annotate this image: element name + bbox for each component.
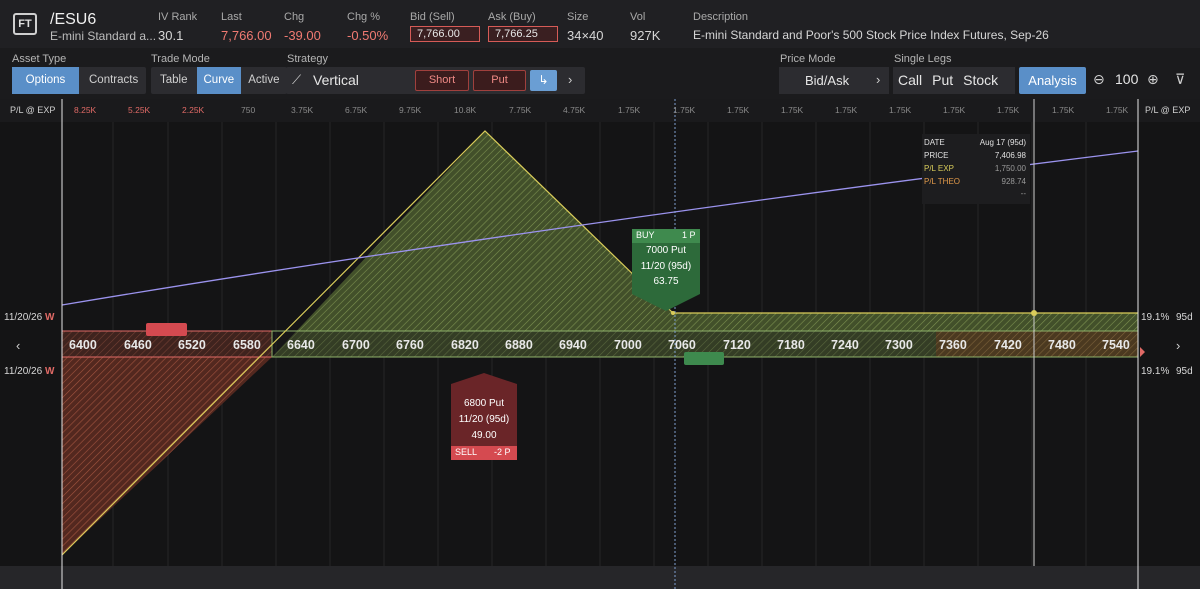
buy-leg-handle[interactable] (684, 352, 724, 365)
expiry-date: 11/20/26 (4, 366, 43, 377)
top-value: 1.75K (889, 105, 912, 115)
expiry-date-top: 11/20/26 W (4, 312, 54, 323)
strike-label[interactable]: 6460 (124, 338, 152, 352)
strike-label[interactable]: 6760 (396, 338, 424, 352)
loss-area (62, 331, 272, 555)
top-value-strip (0, 99, 1200, 122)
left-axis-label: P/L @ EXP (10, 105, 56, 115)
strike-label[interactable]: 7180 (777, 338, 805, 352)
top-value: 1.75K (781, 105, 804, 115)
top-value: 8.25K (74, 105, 97, 115)
strike-label[interactable]: 7300 (885, 338, 913, 352)
buy-leg-price: 63.75 (653, 276, 679, 287)
chevron-right-icon[interactable]: › (1176, 338, 1180, 353)
chevron-left-icon[interactable]: ‹ (16, 338, 20, 353)
sell-leg-price: 49.00 (471, 430, 497, 441)
buy-qty-label: 1 P (682, 230, 696, 240)
breakeven-dot (671, 311, 675, 315)
top-value: 1.75K (1052, 105, 1075, 115)
expiry-date-bottom: 11/20/26 W (4, 366, 54, 377)
right-edge-marker (1140, 347, 1145, 357)
sell-leg-handle[interactable] (146, 323, 187, 336)
top-value: 6.75K (345, 105, 368, 115)
strike-label[interactable]: 7000 (614, 338, 642, 352)
tooltip-plexp-value: 1,750.00 (994, 164, 1026, 173)
strike-label[interactable]: 7240 (831, 338, 859, 352)
price-tooltip: DATE Aug 17 (95d) PRICE 7,406.98 P/L EXP… (922, 134, 1030, 204)
tooltip-price-label: PRICE (924, 151, 949, 160)
buy-leg-title[interactable]: 7000 Put (632, 245, 700, 256)
days-bottom: 95d (1176, 366, 1193, 377)
weekly-marker: W (44, 366, 55, 377)
expiry-date: 11/20/26 (4, 312, 43, 323)
iv-top: 19.1% (1141, 312, 1170, 323)
tooltip-plexp-label: P/L EXP (924, 164, 954, 173)
top-value: 1.75K (618, 105, 641, 115)
tooltip-price-value: 7,406.98 (994, 151, 1026, 160)
strike-label[interactable]: 7540 (1102, 338, 1130, 352)
sell-qty-label: -2 P (494, 447, 511, 457)
top-value: 1.75K (673, 105, 696, 115)
strike-label[interactable]: 6940 (559, 338, 587, 352)
strike-label[interactable]: 7120 (723, 338, 751, 352)
top-value: 1.75K (943, 105, 966, 115)
top-value: 1.75K (835, 105, 858, 115)
strike-label[interactable]: 6400 (69, 338, 97, 352)
top-value: 4.75K (563, 105, 586, 115)
buy-leg-expiry: 11/20 (95d) (640, 261, 692, 272)
bottom-strip (0, 566, 1200, 589)
pl-curve-svg[interactable] (0, 0, 1200, 589)
strike-band (62, 331, 1138, 357)
weekly-marker: W (44, 312, 55, 323)
top-value: 3.75K (291, 105, 314, 115)
top-value: 2.25K (182, 105, 205, 115)
top-value: 5.25K (128, 105, 151, 115)
strike-label[interactable]: 7060 (668, 338, 696, 352)
right-axis-label: P/L @ EXP (1145, 105, 1191, 115)
strike-label[interactable]: 6820 (451, 338, 479, 352)
top-value: 10.8K (454, 105, 477, 115)
sell-leg-title[interactable]: 6800 Put (451, 398, 517, 409)
tooltip-date-label: DATE (924, 138, 945, 147)
days-top: 95d (1176, 312, 1193, 323)
strike-label[interactable]: 6520 (178, 338, 206, 352)
top-value: 1.75K (997, 105, 1020, 115)
strike-label[interactable]: 6640 (287, 338, 315, 352)
tooltip-extra-value: -- (1020, 189, 1026, 198)
strike-label[interactable]: 7360 (939, 338, 967, 352)
top-value: 750 (241, 105, 256, 115)
iv-bottom: 19.1% (1141, 366, 1170, 377)
top-value: 9.75K (399, 105, 422, 115)
strike-label[interactable]: 7480 (1048, 338, 1076, 352)
top-value: 1.75K (1106, 105, 1129, 115)
sell-side-label: SELL (455, 447, 478, 457)
crosshair-dot (1031, 310, 1037, 316)
strike-label[interactable]: 6880 (505, 338, 533, 352)
strike-label[interactable]: 7420 (994, 338, 1022, 352)
tooltip-pltheo-value: 928.74 (1001, 177, 1026, 186)
top-value: 7.75K (509, 105, 532, 115)
strike-label[interactable]: 6700 (342, 338, 370, 352)
tooltip-date-value: Aug 17 (95d) (979, 138, 1026, 147)
buy-side-label: BUY (636, 230, 655, 240)
strike-label[interactable]: 6580 (233, 338, 261, 352)
tooltip-pltheo-label: P/L THEO (924, 177, 961, 186)
sell-leg-expiry: 11/20 (95d) (458, 414, 510, 425)
top-value: 1.75K (727, 105, 750, 115)
